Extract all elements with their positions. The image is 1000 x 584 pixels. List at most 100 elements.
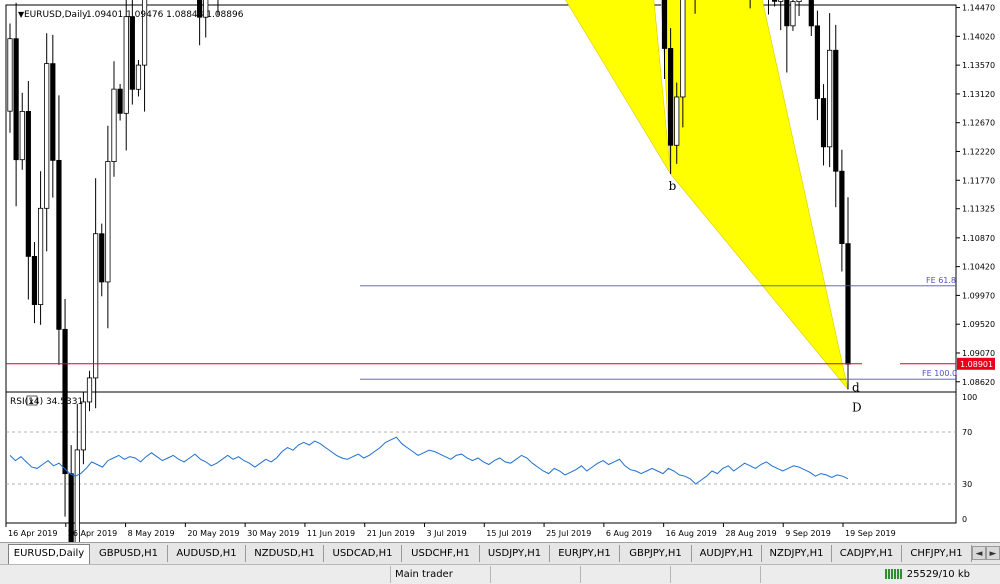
connection-bars-icon <box>884 569 903 579</box>
traffic-text: 25529/10 kb <box>906 569 970 580</box>
tab-usdjpy-h1[interactable]: USDJPY,H1 <box>480 545 550 562</box>
time-tick-label: 6 Aug 2019 <box>606 529 652 538</box>
tab-eurjpy-h1[interactable]: EURJPY,H1 <box>550 545 620 562</box>
pattern-label-b: b <box>669 179 677 193</box>
bull-candle[interactable] <box>123 16 129 114</box>
price-tick-label: 1.11325 <box>962 205 995 214</box>
tab-gbpusd-h1[interactable]: GBPUSD,H1 <box>90 545 168 562</box>
bear-candle[interactable] <box>661 0 668 49</box>
time-tick-label: 11 Jun 2019 <box>307 529 355 538</box>
pattern-label-d: d <box>852 380 860 394</box>
price-tick-label: 1.09520 <box>962 320 995 329</box>
bear-candle[interactable] <box>845 243 851 365</box>
time-tick-label: 21 Jun 2019 <box>367 529 415 538</box>
rsi-tick-label: 70 <box>962 428 972 437</box>
tab-usdcad-h1[interactable]: USDCAD,H1 <box>324 545 402 562</box>
time-tick-label: 8 May 2019 <box>128 529 175 538</box>
bull-candle[interactable] <box>796 0 802 3</box>
price-tick-label: 1.12220 <box>962 147 995 156</box>
price-tick-label: 1.14470 <box>962 4 995 13</box>
rsi-label: RSI(14) 34.5331 <box>10 397 83 407</box>
bear-candle[interactable] <box>839 170 845 245</box>
price-tick-label: 1.10420 <box>962 263 995 272</box>
bear-candle[interactable] <box>50 63 56 161</box>
bear-candle[interactable] <box>56 159 62 330</box>
tab-scroll-right-button[interactable]: ► <box>986 546 1000 560</box>
time-tick-label: 3 Jul 2019 <box>427 529 467 538</box>
pattern-label-D: D <box>852 400 862 414</box>
rsi-tick-label: 30 <box>962 480 972 489</box>
bear-candle[interactable] <box>833 49 839 172</box>
price-tick-label: 1.09970 <box>962 291 995 300</box>
bear-candle[interactable] <box>25 111 31 257</box>
ohlc-values: 1.09401 1.09476 1.08848 1.08896 <box>86 10 244 20</box>
tab-cadjpy-h1[interactable]: CADJPY,H1 <box>832 545 902 562</box>
price-tick-label: 1.08620 <box>962 378 995 387</box>
bull-candle[interactable] <box>44 63 50 209</box>
tab-nzdjpy-h1[interactable]: NZDJPY,H1 <box>762 545 832 562</box>
time-tick-label: 16 Apr 2019 <box>8 529 57 538</box>
tab-gbpjpy-h1[interactable]: GBPJPY,H1 <box>620 545 692 562</box>
bull-candle[interactable] <box>19 111 25 161</box>
time-tick-label: 16 Aug 2019 <box>666 529 717 538</box>
price-tick-label: 1.09070 <box>962 349 995 358</box>
connection-status[interactable]: 25529/10 kb <box>884 566 1000 583</box>
bear-candle[interactable] <box>117 88 123 114</box>
chart-tab-bar: EURUSD,Daily GBPUSD,H1 AUDUSD,H1 NZDUSD,… <box>0 542 1000 565</box>
bull-candle[interactable] <box>674 96 680 146</box>
bull-candle[interactable] <box>80 401 87 451</box>
price-tick-label: 1.14020 <box>962 32 995 41</box>
tab-usdchf-h1[interactable]: USDCHF,H1 <box>402 545 480 562</box>
tab-audjpy-h1[interactable]: AUDJPY,H1 <box>692 545 762 562</box>
fe-61-8-label: FE 61.8 <box>926 276 956 285</box>
status-cell-5 <box>760 566 850 583</box>
bull-candle[interactable] <box>93 233 99 379</box>
price-tick-label: 1.13120 <box>962 90 995 99</box>
bear-candle[interactable] <box>771 0 778 2</box>
price-tick-label: 1.13570 <box>962 61 995 70</box>
bull-candle[interactable] <box>827 49 833 148</box>
status-cell-3 <box>580 566 670 583</box>
status-cell-4 <box>670 566 760 583</box>
price-tick-label: 1.11770 <box>962 176 995 185</box>
bull-candle[interactable] <box>135 64 142 90</box>
bear-candle[interactable] <box>31 255 38 305</box>
current-price-text: 1.08901 <box>960 360 993 369</box>
time-tick-label: 15 Jul 2019 <box>486 529 531 538</box>
bear-candle[interactable] <box>784 0 790 27</box>
bull-candle[interactable] <box>37 207 44 305</box>
status-cell-2 <box>490 566 580 583</box>
time-tick-label: 19 Sep 2019 <box>845 529 896 538</box>
price-tick-label: 1.12670 <box>962 119 995 128</box>
symbol-label: EURUSD,Daily <box>24 10 88 20</box>
price-tick-label: 1.10870 <box>962 234 995 243</box>
time-tick-label: 28 Aug 2019 <box>725 529 776 538</box>
time-tick-label: 26 Apr 2019 <box>68 529 117 538</box>
tab-audusd-h1[interactable]: AUDUSD,H1 <box>168 545 246 562</box>
fe-100-label: FE 100.0 <box>922 369 957 378</box>
tab-scroll-left-button[interactable]: ◄ <box>972 546 986 560</box>
rsi-tick-label: 0 <box>962 515 967 524</box>
tab-eurusd-daily[interactable]: EURUSD,Daily <box>8 544 90 564</box>
bear-candle[interactable] <box>820 98 827 148</box>
bear-candle[interactable] <box>99 233 105 283</box>
tab-chfjpy-h1[interactable]: CHFJPY,H1 <box>902 545 972 562</box>
tab-nzdusd-h1[interactable]: NZDUSD,H1 <box>246 545 324 562</box>
bull-candle[interactable] <box>86 377 93 403</box>
bull-candle[interactable] <box>680 0 686 98</box>
bull-candle[interactable] <box>778 0 784 2</box>
price-axis[interactable]: 1.14470 1.14020 1.13570 1.13120 1.12670 1.122… <box>956 4 995 387</box>
bear-candle[interactable] <box>129 16 135 90</box>
bull-candle[interactable] <box>7 38 13 112</box>
bull-candle[interactable] <box>105 161 111 283</box>
bear-candle[interactable] <box>814 25 821 99</box>
bear-candle[interactable] <box>808 0 814 27</box>
bull-candle[interactable] <box>111 88 117 162</box>
bear-candle[interactable] <box>13 38 19 161</box>
time-tick-label: 30 May 2019 <box>247 529 299 538</box>
time-axis[interactable]: 16 Apr 2019 26 Apr 2019 8 May 2019 20 May 2… <box>5 523 896 538</box>
profile-status[interactable]: Main trader <box>390 566 490 583</box>
bear-candle[interactable] <box>668 48 674 146</box>
bull-candle[interactable] <box>790 1 796 27</box>
chart-area[interactable]: FE 61.8FE 100.01.08901 ABCDxabcd 1.14470… <box>0 0 1000 542</box>
